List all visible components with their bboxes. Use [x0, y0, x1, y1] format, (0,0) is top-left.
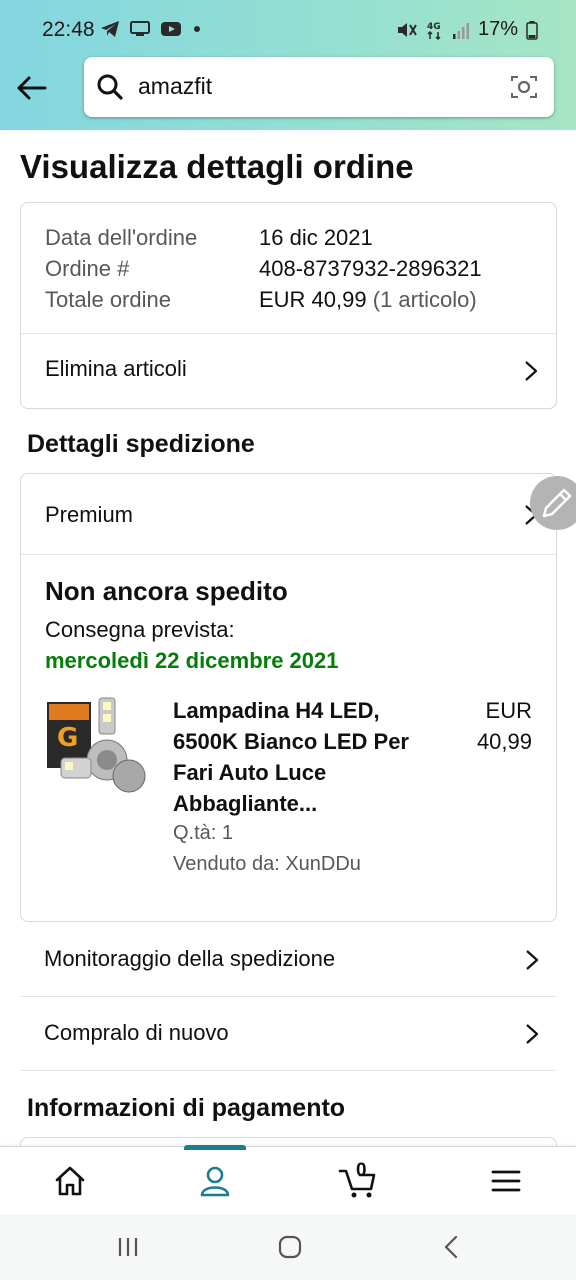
active-tab-indicator: [184, 1145, 246, 1150]
shipping-method-label: Premium: [45, 502, 134, 527]
buy-again-row[interactable]: Compralo di nuovo: [20, 997, 557, 1071]
order-number-label: Ordine #: [45, 256, 130, 281]
search-bar[interactable]: amazfit: [84, 57, 554, 117]
order-total-label: Totale ordine: [45, 287, 171, 312]
order-date-label: Data dell'ordine: [45, 225, 198, 250]
shipment-card: Premium Non ancora spedito Consegna prev…: [20, 473, 557, 922]
delivery-label: Consegna prevista:: [45, 617, 235, 642]
telegram-icon: [101, 21, 119, 37]
track-shipment-row[interactable]: Monitoraggio della spedizione: [20, 923, 557, 997]
search-input[interactable]: amazfit: [138, 73, 212, 100]
order-total-amount: EUR 40,99: [259, 287, 367, 312]
status-bar: 22:48 4G 17%: [0, 0, 576, 62]
back-button-icon[interactable]: [442, 1235, 460, 1259]
delete-items-row[interactable]: Elimina articoli: [21, 334, 556, 409]
buy-again-label: Compralo di nuovo: [44, 1020, 229, 1045]
status-time: 22:48: [42, 18, 95, 41]
camera-search-icon[interactable]: [510, 73, 538, 101]
chevron-right-icon: [526, 950, 539, 970]
notification-icons: [100, 20, 202, 38]
product-image[interactable]: G: [45, 696, 151, 802]
payment-section-title: Informazioni di pagamento: [27, 1094, 346, 1122]
product-seller: Venduto da: XunDDu: [173, 853, 361, 875]
svg-text:4G: 4G: [427, 22, 441, 32]
order-total-value: EUR 40,99 (1 articolo): [259, 287, 477, 313]
shipping-method-row[interactable]: Premium: [21, 474, 556, 554]
system-navigation-bar: [0, 1214, 576, 1280]
edit-button[interactable]: [530, 476, 576, 530]
price-currency: EUR: [485, 698, 532, 723]
product-title-link[interactable]: Lampadina H4 LED, 6500K Bianco LED Per F…: [173, 695, 413, 819]
battery-percent: 17%: [477, 18, 518, 40]
mute-icon: [397, 22, 417, 37]
bottom-navigation: [0, 1145, 576, 1214]
shipping-section-title: Dettagli spedizione: [27, 430, 255, 458]
order-item-count: (1 articolo): [372, 287, 477, 312]
price-amount: 40,99: [476, 729, 532, 754]
product-quantity: Q.tà: 1: [173, 822, 234, 844]
cart-count-badge: 0: [356, 1160, 367, 1181]
app-header: 22:48 4G 17% amazfit: [0, 0, 576, 130]
product-price: EUR 40,99: [452, 695, 532, 757]
network-4g-icon: 4G: [427, 22, 441, 40]
pencil-icon: [542, 488, 572, 518]
chevron-right-icon: [526, 1024, 539, 1044]
shipment-status: Non ancora spedito: [45, 576, 288, 606]
home-icon[interactable]: [50, 1161, 90, 1201]
delivery-date: mercoledì 22 dicembre 2021: [45, 648, 339, 673]
svg-text:G: G: [57, 723, 78, 753]
home-button-icon[interactable]: [278, 1235, 302, 1259]
account-icon[interactable]: [195, 1161, 235, 1201]
order-date-value: 16 dic 2021: [259, 225, 373, 250]
track-shipment-label: Monitoraggio della spedizione: [44, 946, 336, 971]
youtube-icon: [161, 22, 181, 36]
order-number-value: 408-8737932-2896321: [259, 256, 482, 281]
recent-apps-icon[interactable]: [116, 1236, 140, 1258]
back-arrow-icon[interactable]: [14, 70, 50, 106]
delete-items-label: Elimina articoli: [45, 356, 187, 381]
divider: [21, 554, 556, 555]
menu-icon[interactable]: [486, 1161, 526, 1201]
page-title: Visualizza dettagli ordine: [20, 148, 414, 185]
screen-icon: [130, 21, 150, 36]
search-icon: [97, 74, 123, 100]
chevron-right-icon: [525, 361, 538, 381]
order-summary-card: Data dell'ordine 16 dic 2021 Ordine # 40…: [20, 202, 557, 409]
signal-icon: [452, 22, 469, 39]
battery-icon: [526, 20, 538, 40]
dot-icon: [194, 26, 200, 32]
